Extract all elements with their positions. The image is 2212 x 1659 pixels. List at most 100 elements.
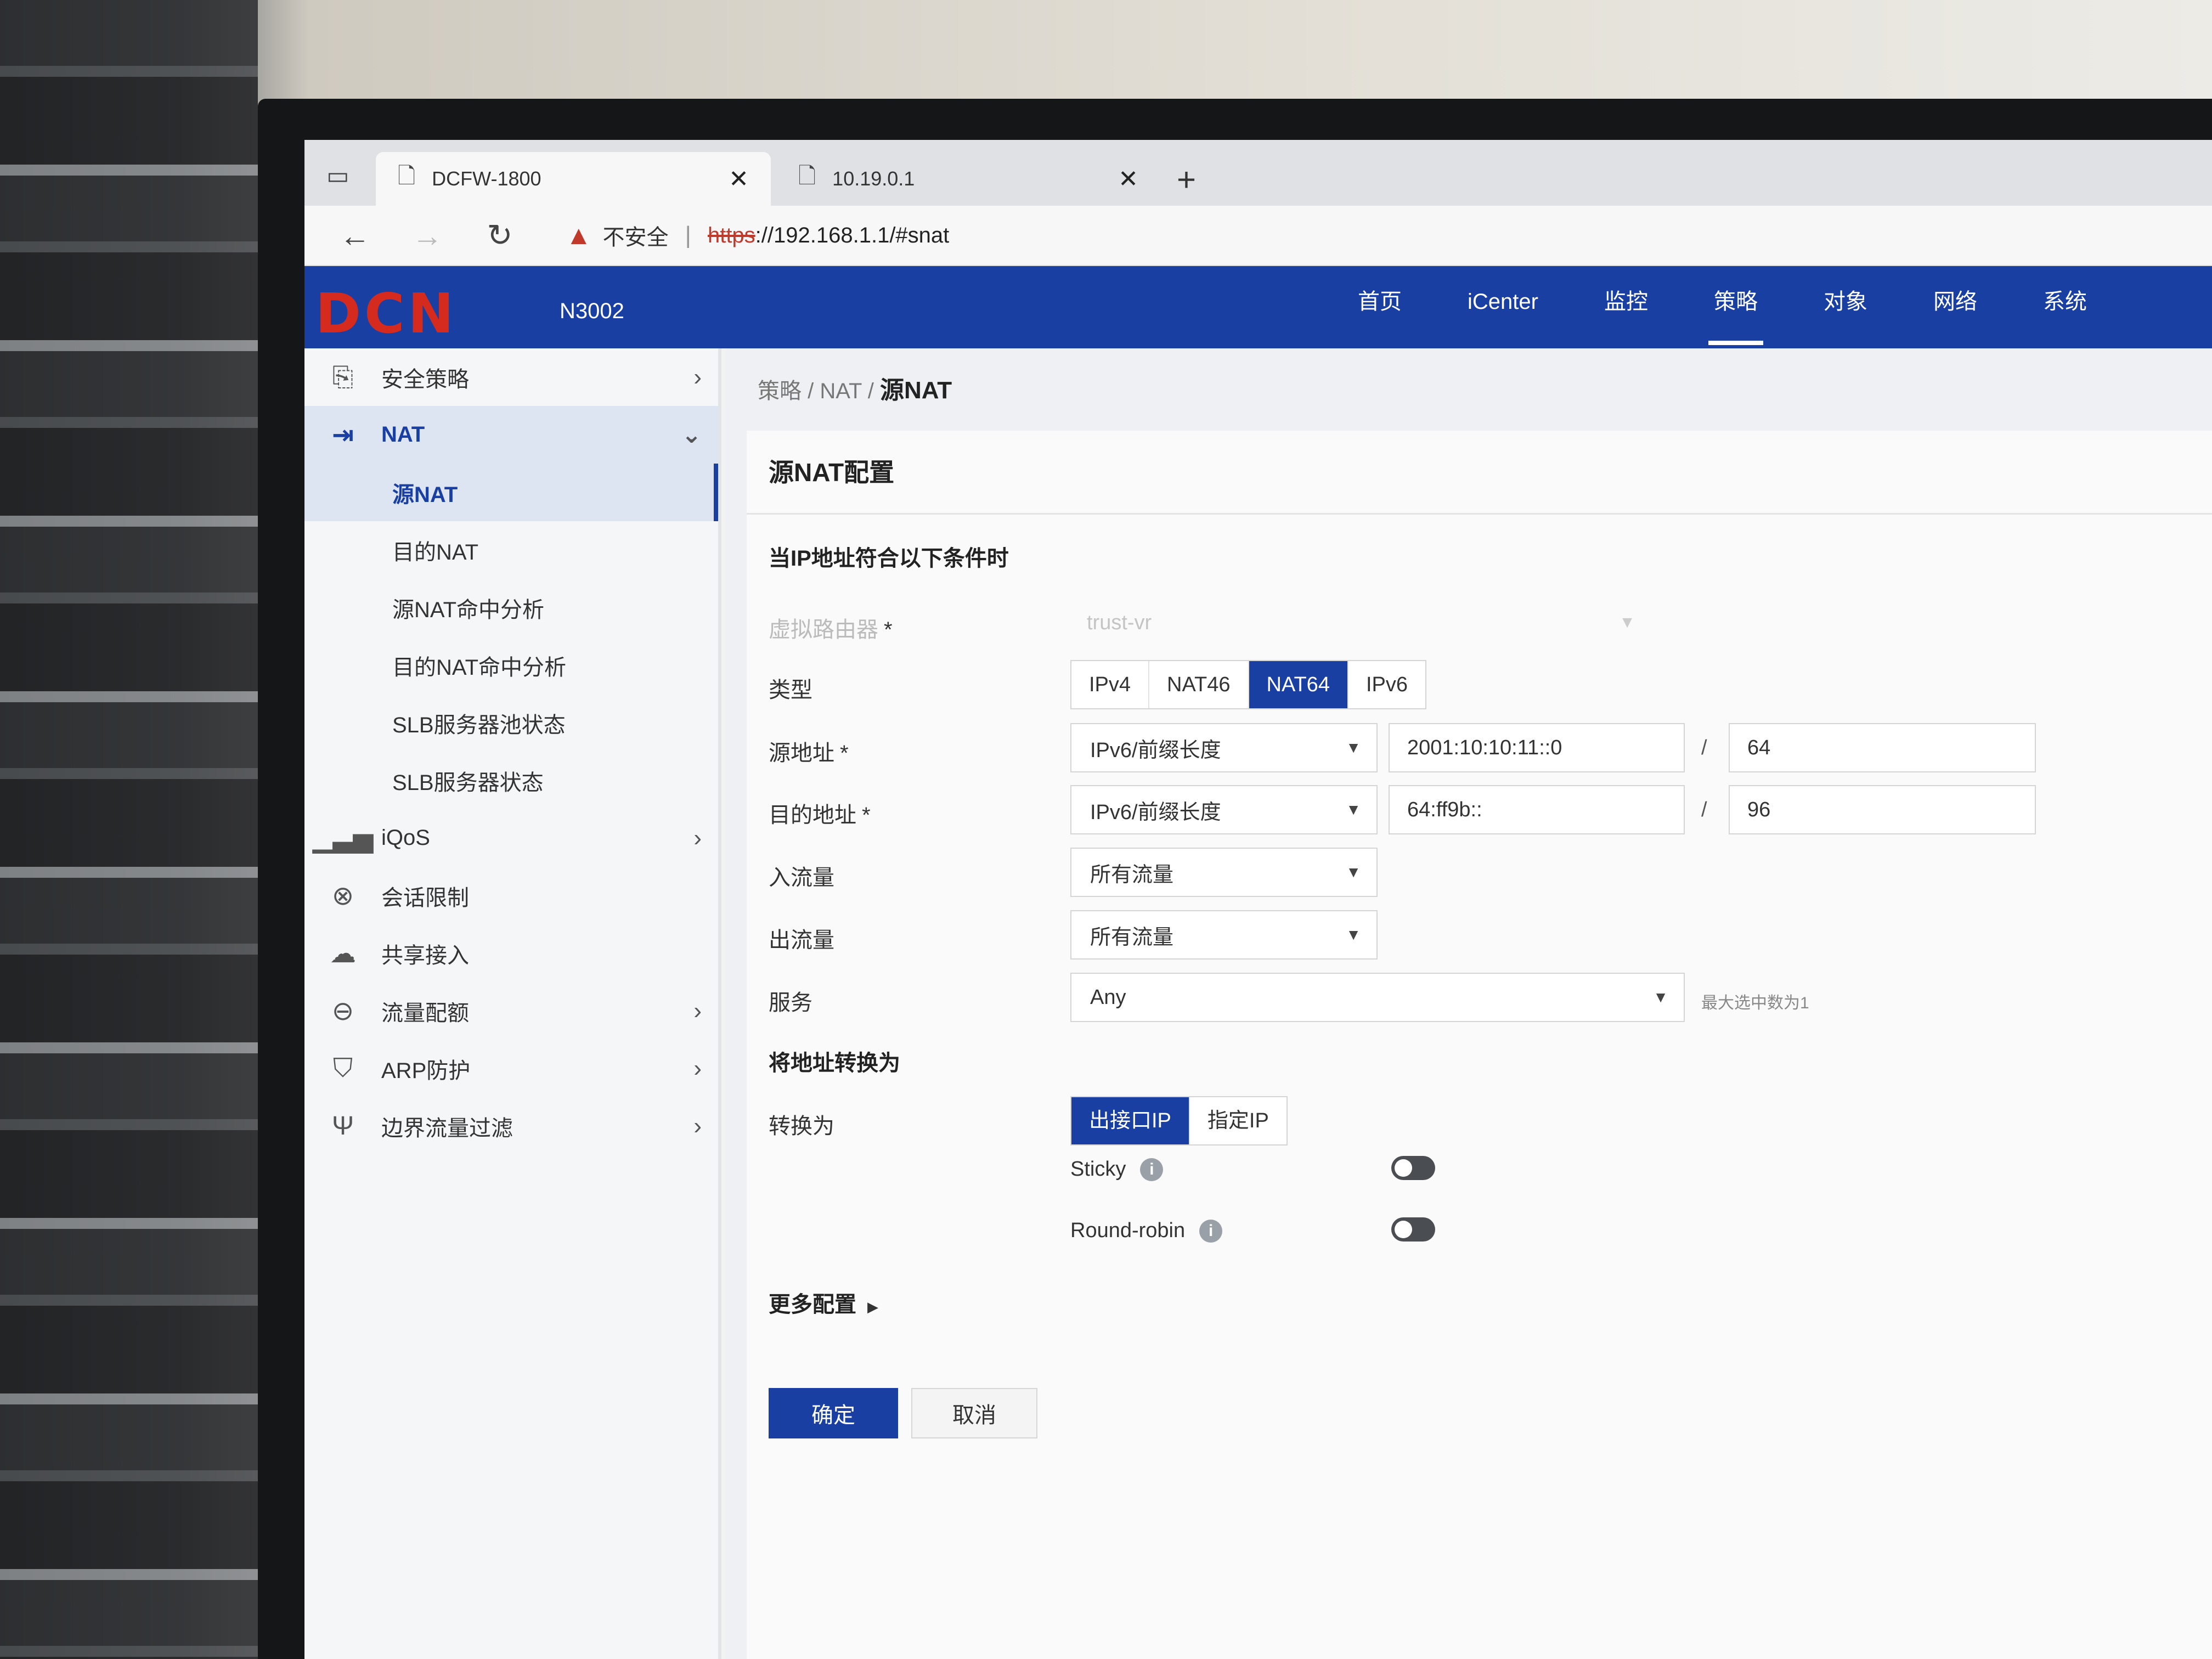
- caret-down-icon: ▼: [1346, 864, 1361, 881]
- type-option-nat64[interactable]: NAT64: [1249, 661, 1348, 708]
- nav-policy[interactable]: 策略: [1681, 266, 1791, 348]
- dst-ip-input[interactable]: 64:ff9b::: [1389, 785, 1685, 834]
- url-field[interactable]: https://192.168.1.1/#snat: [708, 223, 949, 248]
- caret-down-icon: ▼: [1653, 989, 1668, 1006]
- sidebar-item-border-filter[interactable]: Ψ 边界流量过滤 ›: [304, 1097, 718, 1155]
- tab-title: DCFW-1800: [432, 167, 541, 190]
- src-label: 源地址 *: [769, 735, 849, 767]
- app-header: DCN N3002 首页 iCenter 监控 策略 对象 网络 系统: [304, 266, 2212, 348]
- section-translate: 将地址转换为: [769, 1051, 900, 1075]
- required-mark: *: [840, 741, 849, 765]
- snat-config-panel: 源NAT配置 当IP地址符合以下条件时 虚拟路由器 * trust-vr ▼ 类型…: [747, 431, 2212, 1659]
- tab-actions-icon[interactable]: ▭: [326, 162, 349, 190]
- cancel-button[interactable]: 取消: [911, 1388, 1037, 1438]
- info-icon[interactable]: i: [1199, 1219, 1223, 1243]
- filter-icon: Ψ: [331, 1111, 354, 1141]
- toggle-knob: [1395, 1159, 1412, 1177]
- address-bar: ← → ↻ ▲ 不安全 | https://192.168.1.1/#snat: [304, 206, 2212, 266]
- page-icon: 🗋: [398, 164, 416, 188]
- translate-option-egress-ip[interactable]: 出接口IP: [1071, 1097, 1190, 1144]
- divider: [747, 513, 2212, 515]
- caret-right-icon: ▶: [867, 1299, 878, 1315]
- breadcrumb-nat[interactable]: NAT: [820, 379, 861, 403]
- sidebar-item-label: iQoS: [381, 826, 430, 850]
- policy-icon: ⎘: [332, 362, 354, 392]
- tab-dcfw[interactable]: 🗋 DCFW-1800 ✕: [376, 152, 771, 206]
- sidebar-item-session-limit[interactable]: ⊗ 会话限制: [304, 867, 718, 924]
- close-icon[interactable]: ✕: [729, 165, 749, 193]
- vrouter-select: trust-vr ▼: [1070, 598, 1652, 647]
- service-select[interactable]: Any ▼: [1070, 973, 1685, 1022]
- breadcrumb-policy[interactable]: 策略: [758, 379, 802, 403]
- sidebar-item-label: 共享接入: [381, 943, 469, 968]
- tab-10-19-0-1[interactable]: 🗋 10.19.0.1 ✕: [776, 152, 1160, 206]
- more-config-label: 更多配置: [769, 1293, 856, 1317]
- dst-prefix-input[interactable]: 96: [1729, 785, 2036, 834]
- security-indicator[interactable]: ▲ 不安全: [566, 219, 669, 251]
- src-mode-select[interactable]: IPv6/前缀长度 ▼: [1070, 723, 1378, 772]
- caret-down-icon: ▼: [1619, 613, 1635, 631]
- egress-select[interactable]: 所有流量 ▼: [1070, 910, 1378, 960]
- dcn-logo: DCN: [315, 281, 458, 346]
- sidebar-item-label: NAT: [381, 422, 425, 447]
- sidebar-sub-source-nat[interactable]: 源NAT: [304, 464, 718, 521]
- src-prefix-input[interactable]: 64: [1729, 723, 2036, 772]
- close-icon[interactable]: ✕: [1118, 165, 1138, 193]
- sticky-label: Sticky: [1070, 1158, 1126, 1181]
- cloud-icon: ☁: [330, 939, 356, 968]
- back-icon[interactable]: ←: [333, 218, 377, 253]
- sidebar-sub-dest-nat[interactable]: 目的NAT: [304, 521, 718, 579]
- chevron-right-icon: ›: [693, 1054, 702, 1082]
- reload-icon[interactable]: ↻: [478, 217, 522, 253]
- page-title: 源NAT配置: [769, 458, 895, 487]
- security-label: 不安全: [602, 225, 669, 250]
- chevron-right-icon: ›: [693, 1112, 702, 1139]
- nav-icenter[interactable]: iCenter: [1435, 266, 1571, 348]
- info-icon[interactable]: i: [1140, 1158, 1164, 1181]
- caret-down-icon: ▼: [1346, 801, 1361, 818]
- forward-icon[interactable]: →: [405, 218, 449, 253]
- sidebar-sub-dnat-hit-analysis[interactable]: 目的NAT命中分析: [304, 636, 718, 694]
- chevron-down-icon: ⌄: [681, 421, 702, 448]
- type-option-ipv6[interactable]: IPv6: [1348, 661, 1425, 708]
- type-option-ipv4[interactable]: IPv4: [1071, 661, 1150, 708]
- main-content: 策略 / NAT / 源NAT 源NAT配置 当IP地址符合以下条件时 虚拟路由…: [725, 348, 2212, 1659]
- sidebar-item-security-policy[interactable]: ⎘ 安全策略 ›: [304, 348, 718, 406]
- type-option-nat46[interactable]: NAT46: [1149, 661, 1249, 708]
- url-rest: ://192.168.1.1/#snat: [755, 223, 950, 247]
- translate-option-specified-ip[interactable]: 指定IP: [1190, 1097, 1286, 1144]
- sticky-row: Sticky i: [1070, 1158, 1164, 1181]
- src-ip-input[interactable]: 2001:10:10:11::0: [1389, 723, 1685, 772]
- sidebar-item-nat[interactable]: ⇥ NAT ⌄: [304, 406, 718, 464]
- chevron-right-icon: ›: [693, 997, 702, 1024]
- ingress-select[interactable]: 所有流量 ▼: [1070, 848, 1378, 897]
- ok-button[interactable]: 确定: [769, 1388, 898, 1438]
- sticky-toggle[interactable]: [1391, 1156, 1435, 1180]
- roundrobin-label: Round-robin: [1070, 1219, 1186, 1242]
- sidebar-sub-snat-hit-analysis[interactable]: 源NAT命中分析: [304, 579, 718, 636]
- nav-home[interactable]: 首页: [1325, 266, 1435, 348]
- network-rack: [0, 0, 258, 1659]
- nat-icon: ⇥: [331, 420, 354, 450]
- sidebar-sub-slb-server-status[interactable]: SLB服务器状态: [304, 752, 718, 809]
- dst-mode-select[interactable]: IPv6/前缀长度 ▼: [1070, 785, 1378, 834]
- sidebar-sub-slb-pool-status[interactable]: SLB服务器池状态: [304, 694, 718, 752]
- toggle-knob: [1395, 1221, 1412, 1238]
- screen: ▭ 🗋 DCFW-1800 ✕ 🗋 10.19.0.1 ✕ + ← → ↻ ▲ …: [304, 140, 2212, 1659]
- more-config-toggle[interactable]: 更多配置 ▶: [769, 1286, 878, 1318]
- roundrobin-row: Round-robin i: [1070, 1219, 1223, 1243]
- sidebar-item-arp-protection[interactable]: ⛉ ARP防护 ›: [304, 1040, 718, 1097]
- sidebar-item-traffic-quota[interactable]: ⊖ 流量配额 ›: [304, 982, 718, 1040]
- roundrobin-toggle[interactable]: [1391, 1217, 1435, 1242]
- nav-network[interactable]: 网络: [1900, 266, 2010, 348]
- breadcrumb: 策略 / NAT / 源NAT: [758, 370, 952, 405]
- sidebar-item-iqos[interactable]: ▁▃▅ iQoS ›: [304, 809, 718, 867]
- new-tab-icon[interactable]: +: [1177, 161, 1196, 199]
- sidebar-item-shared-access[interactable]: ☁ 共享接入: [304, 924, 718, 982]
- nav-object[interactable]: 对象: [1791, 266, 1900, 348]
- sidebar-item-label: 安全策略: [381, 367, 469, 392]
- nav-system[interactable]: 系统: [2010, 266, 2120, 348]
- nav-monitor[interactable]: 监控: [1571, 266, 1681, 348]
- dst-label: 目的地址 *: [769, 797, 871, 829]
- session-limit-icon: ⊗: [331, 881, 354, 911]
